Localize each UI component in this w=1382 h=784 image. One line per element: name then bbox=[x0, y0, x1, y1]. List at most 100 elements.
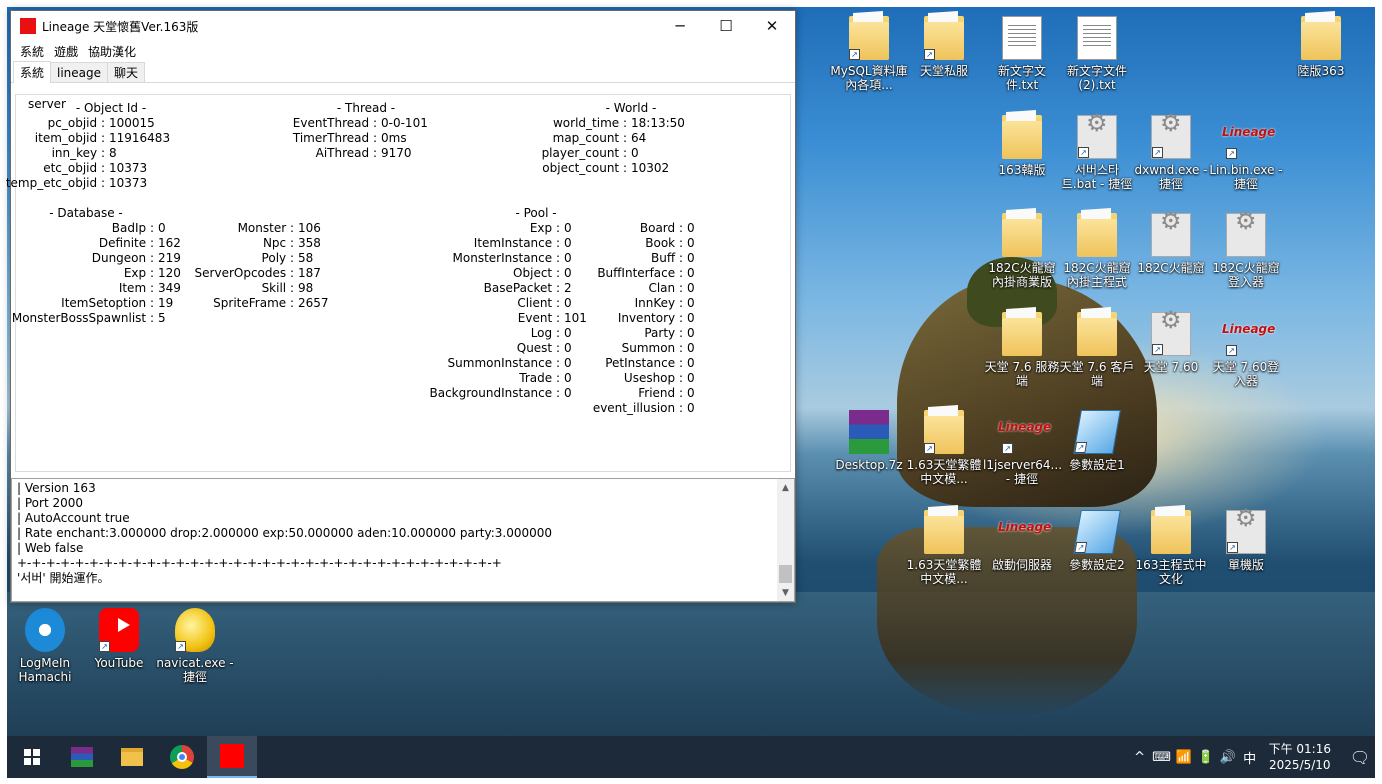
stat-value: 0 bbox=[564, 236, 572, 250]
start-button[interactable] bbox=[7, 736, 57, 778]
desktop-icon[interactable]: ↗ 天堂私服 bbox=[905, 16, 983, 78]
stat-value: 2 bbox=[564, 281, 572, 295]
object-id-section: - Object Id - pc_objid :100015 item_objid … bbox=[6, 101, 211, 191]
desktop-icon[interactable]: ↗ navicat.exe - 捷徑 bbox=[156, 608, 234, 684]
shortcut-arrow-icon: ↗ bbox=[1078, 147, 1089, 158]
menu-game[interactable]: 遊戲 bbox=[49, 43, 83, 60]
desktop-icon-label: 天堂 7.60登入器 bbox=[1212, 360, 1280, 388]
stat-key: Clan : bbox=[648, 281, 683, 295]
desktop-icon[interactable]: 陸版363 bbox=[1282, 16, 1360, 78]
desktop-icon[interactable]: Desktop.7z bbox=[830, 410, 908, 472]
folder-icon bbox=[1301, 16, 1341, 60]
stat-row: Board : 0 bbox=[591, 221, 741, 236]
desktop-icon[interactable]: 新文字文件.txt bbox=[983, 16, 1061, 92]
network-icon[interactable]: 📶 bbox=[1173, 750, 1195, 765]
desktop-icon[interactable]: 182C火龍窟 bbox=[1132, 213, 1210, 275]
desktop-icon-label: 天堂 7.60 bbox=[1143, 360, 1199, 374]
desktop-icon[interactable]: ↗ 天堂 7.60 bbox=[1132, 312, 1210, 374]
desktop-icon[interactable]: 182C火龍窟登入器 bbox=[1207, 213, 1285, 289]
scroll-down-icon[interactable]: ▼ bbox=[777, 584, 794, 601]
stat-value: 0 bbox=[564, 266, 572, 280]
desktop-icon[interactable]: 新文字文件 (2).txt bbox=[1058, 16, 1136, 92]
desktop-icon[interactable]: 天堂 7.6 客戶端 bbox=[1058, 312, 1136, 388]
stat-key: BackgroundInstance : bbox=[429, 386, 561, 400]
close-button[interactable]: ✕ bbox=[749, 11, 795, 41]
console-log[interactable]: | Version 163 | Port 2000 | AutoAccount tr… bbox=[11, 478, 795, 602]
desktop-icon[interactable]: 163主程式中文化 bbox=[1132, 510, 1210, 586]
desktop-icon[interactable]: 啟動伺服器 bbox=[983, 510, 1061, 572]
menu-system[interactable]: 系統 bbox=[15, 43, 49, 60]
stat-value: 0 bbox=[687, 266, 695, 280]
lineage-logo-icon bbox=[998, 510, 1051, 554]
stat-key: Npc : bbox=[262, 236, 294, 250]
stat-row: event_illusion : 0 bbox=[591, 401, 741, 416]
desktop-icon[interactable]: 163韓版 bbox=[983, 115, 1061, 177]
stat-key: TimerThread : bbox=[292, 131, 377, 145]
taskbar-winrar[interactable] bbox=[57, 736, 107, 778]
desktop-icon[interactable]: ↗ MySQL資料庫內各項... bbox=[830, 16, 908, 92]
desktop-icon[interactable]: 182C火龍窟內掛主程式 bbox=[1058, 213, 1136, 289]
stat-row: etc_objid : 10373 bbox=[11, 161, 211, 176]
console-line: | Rate enchant:3.000000 drop:2.000000 ex… bbox=[17, 526, 553, 540]
desktop-icon[interactable]: ↗ 參數設定2 bbox=[1058, 510, 1136, 572]
console-scrollbar[interactable]: ▲ ▼ bbox=[777, 479, 794, 601]
stat-row: SpriteFrame : 2657 bbox=[181, 296, 331, 311]
desktop-icon-label: 參數設定2 bbox=[1069, 558, 1125, 572]
minimize-button[interactable]: ─ bbox=[657, 11, 703, 41]
title-bar[interactable]: Lineage 天堂懷舊Ver.163版 ─ ☐ ✕ bbox=[11, 11, 795, 41]
desktop-icon[interactable]: ↗ Lin.bin.exe - 捷徑 bbox=[1207, 115, 1285, 191]
menu-help-localize[interactable]: 協助漢化 bbox=[83, 43, 141, 60]
stat-row: Clan : 0 bbox=[591, 281, 741, 296]
console-line: | Port 2000 bbox=[17, 496, 83, 510]
stat-row: ServerOpcodes : 187 bbox=[181, 266, 331, 281]
tab-system[interactable]: 系統 bbox=[13, 61, 52, 83]
desktop-icon[interactable]: ↗ 서버스타트.bat - 捷徑 bbox=[1058, 115, 1136, 191]
taskbar-chrome[interactable] bbox=[157, 736, 207, 778]
desktop-icon-label: navicat.exe - 捷徑 bbox=[156, 656, 234, 684]
stat-value: 64 bbox=[631, 131, 647, 145]
stat-row: ItemSetoption : 19 bbox=[11, 296, 173, 311]
stat-value: 0 bbox=[564, 296, 572, 310]
maximize-button[interactable]: ☐ bbox=[703, 11, 749, 41]
stat-value: 0 bbox=[158, 221, 166, 235]
show-hidden-icons-icon[interactable]: ^ bbox=[1129, 750, 1151, 765]
desktop-icon-label: Desktop.7z bbox=[835, 458, 903, 472]
shortcut-arrow-icon: ↗ bbox=[1152, 147, 1163, 158]
desktop-icon[interactable]: ↗ 單機版 bbox=[1207, 510, 1285, 572]
thread-header: - Thread - bbox=[336, 101, 396, 115]
desktop-icon[interactable]: ↗ dxwnd.exe - 捷徑 bbox=[1132, 115, 1210, 191]
notifications-icon[interactable]: 🗨 bbox=[1345, 748, 1375, 767]
desktop-icon[interactable]: ↗ 天堂 7.60登入器 bbox=[1207, 312, 1285, 388]
keyboard-icon[interactable]: ⌨ bbox=[1151, 750, 1173, 765]
battery-icon[interactable]: 🔋 bbox=[1195, 750, 1217, 765]
stat-row: TimerThread : 0ms bbox=[261, 131, 471, 146]
stat-value: 0 bbox=[687, 371, 695, 385]
stat-key: Quest : bbox=[516, 341, 560, 355]
tab-chat[interactable]: 聊天 bbox=[107, 62, 146, 82]
stat-key: BuffInterface : bbox=[597, 266, 683, 280]
scroll-up-icon[interactable]: ▲ bbox=[777, 479, 794, 496]
stat-key: Skill : bbox=[261, 281, 294, 295]
desktop-icon[interactable]: ↗ 1.63天堂繁體中文模... bbox=[905, 410, 983, 486]
desktop-icon[interactable]: 天堂 7.6 服務端 bbox=[983, 312, 1061, 388]
desktop-icon-label: Lin.bin.exe - 捷徑 bbox=[1209, 163, 1283, 191]
desktop-icon[interactable]: 182C火龍窟內掛商業版 bbox=[983, 213, 1061, 289]
stat-value: 0 bbox=[687, 236, 695, 250]
console-line: | Version 163 bbox=[17, 481, 96, 495]
desktop-icon[interactable]: 1.63天堂繁體中文模... bbox=[905, 510, 983, 586]
desktop-icon[interactable]: ↗ YouTube bbox=[80, 608, 158, 670]
desktop-icon[interactable]: ↗ l1jserver64... - 捷徑 bbox=[983, 410, 1062, 486]
volume-icon[interactable]: 🔊 bbox=[1217, 750, 1239, 765]
desktop-icon[interactable]: ↗ 參數設定1 bbox=[1058, 410, 1136, 472]
stat-key: Summon : bbox=[621, 341, 683, 355]
taskbar-lineage-server[interactable] bbox=[207, 736, 257, 778]
stat-key: Friend : bbox=[638, 386, 683, 400]
desktop-icon-label: 天堂 7.6 客戶端 bbox=[1059, 360, 1135, 388]
scroll-thumb[interactable] bbox=[779, 565, 792, 583]
taskbar-file-explorer[interactable] bbox=[107, 736, 157, 778]
desktop-icon[interactable]: LogMeIn Hamachi bbox=[7, 608, 84, 684]
ime-indicator[interactable]: 中 bbox=[1239, 748, 1261, 767]
hamachi-icon bbox=[25, 608, 65, 652]
tab-lineage[interactable]: lineage bbox=[50, 62, 109, 82]
clock[interactable]: 下午 01:16 2025/5/10 bbox=[1261, 741, 1345, 773]
